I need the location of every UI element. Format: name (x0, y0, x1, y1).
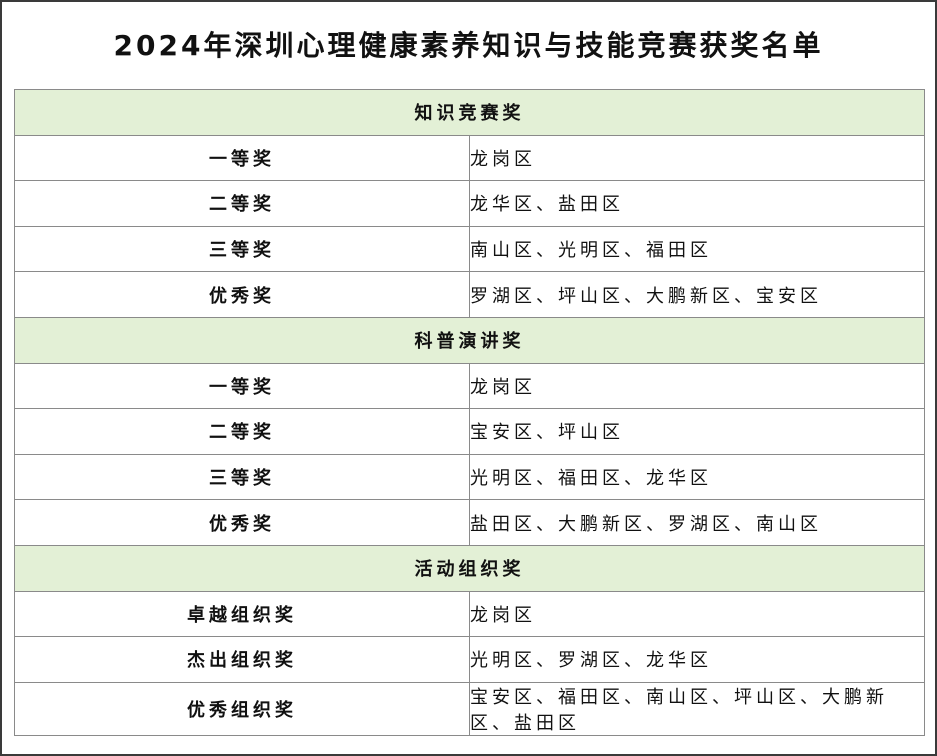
section-header-row: 知识竞赛奖 (14, 89, 925, 136)
award-name: 二等奖 (14, 180, 470, 227)
section-header: 活动组织奖 (14, 544, 925, 592)
award-list-document: 2024年深圳心理健康素养知识与技能竞赛获奖名单 知识竞赛奖 一等奖 龙岗区 二… (0, 0, 937, 756)
section-header-row: 科普演讲奖 (14, 316, 925, 364)
document-title: 2024年深圳心理健康素养知识与技能竞赛获奖名单 (113, 29, 824, 62)
award-districts: 光明区、福田区、龙华区 (469, 453, 925, 501)
section-header: 知识竞赛奖 (14, 89, 925, 136)
award-districts: 龙岗区 (469, 590, 925, 638)
award-districts: 罗湖区、坪山区、大鹏新区、宝安区 (469, 271, 925, 318)
section-header: 科普演讲奖 (14, 316, 925, 364)
award-name: 优秀奖 (14, 499, 470, 546)
table-row: 二等奖 龙华区、盐田区 (14, 180, 925, 227)
award-districts: 光明区、罗湖区、龙华区 (469, 636, 925, 683)
table-row: 优秀奖 盐田区、大鹏新区、罗湖区、南山区 (14, 499, 925, 546)
award-table: 知识竞赛奖 一等奖 龙岗区 二等奖 龙华区、盐田区 三等奖 南山区、光明区、福田… (14, 89, 925, 736)
award-districts: 龙岗区 (469, 362, 925, 410)
table-row: 一等奖 龙岗区 (14, 134, 925, 182)
table-row: 卓越组织奖 龙岗区 (14, 590, 925, 638)
award-districts: 宝安区、福田区、南山区、坪山区、大鹏新区、盐田区 (469, 681, 925, 736)
award-name: 三等奖 (14, 453, 470, 501)
table-row: 二等奖 宝安区、坪山区 (14, 408, 925, 455)
award-name: 一等奖 (14, 134, 470, 182)
award-districts: 南山区、光明区、福田区 (469, 225, 925, 273)
table-row: 三等奖 光明区、福田区、龙华区 (14, 453, 925, 501)
award-name: 卓越组织奖 (14, 590, 470, 638)
award-name: 二等奖 (14, 408, 470, 455)
award-districts: 盐田区、大鹏新区、罗湖区、南山区 (469, 499, 925, 546)
table-row: 三等奖 南山区、光明区、福田区 (14, 225, 925, 273)
award-districts: 龙华区、盐田区 (469, 180, 925, 227)
award-districts: 龙岗区 (469, 134, 925, 182)
table-row: 优秀组织奖 宝安区、福田区、南山区、坪山区、大鹏新区、盐田区 (14, 681, 925, 736)
section-header-row: 活动组织奖 (14, 544, 925, 592)
award-name: 一等奖 (14, 362, 470, 410)
award-name: 优秀组织奖 (14, 681, 470, 736)
table-row: 杰出组织奖 光明区、罗湖区、龙华区 (14, 636, 925, 683)
award-name: 杰出组织奖 (14, 636, 470, 683)
table-row: 优秀奖 罗湖区、坪山区、大鹏新区、宝安区 (14, 271, 925, 318)
award-name: 优秀奖 (14, 271, 470, 318)
award-districts: 宝安区、坪山区 (469, 408, 925, 455)
award-name: 三等奖 (14, 225, 470, 273)
table-row: 一等奖 龙岗区 (14, 362, 925, 410)
